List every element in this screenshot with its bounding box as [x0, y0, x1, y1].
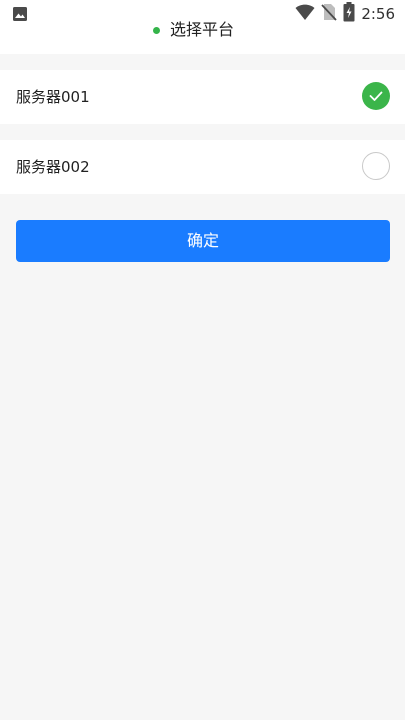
confirm-button[interactable]: 确定 — [16, 220, 390, 262]
server-label: 服务器002 — [16, 158, 90, 176]
page-title: 选择平台 — [169, 20, 234, 39]
server-option-002[interactable]: 服务器002 — [0, 140, 405, 194]
radio-unchecked-icon[interactable] — [362, 152, 390, 180]
radio-checked-icon[interactable] — [362, 82, 390, 110]
server-label: 服务器001 — [16, 88, 90, 106]
page-title-wrap: 选择平台 — [0, 18, 405, 42]
header: 2:56 选择平台 — [0, 0, 405, 54]
status-dot — [152, 26, 160, 34]
server-option-001[interactable]: 服务器001 — [0, 70, 405, 124]
